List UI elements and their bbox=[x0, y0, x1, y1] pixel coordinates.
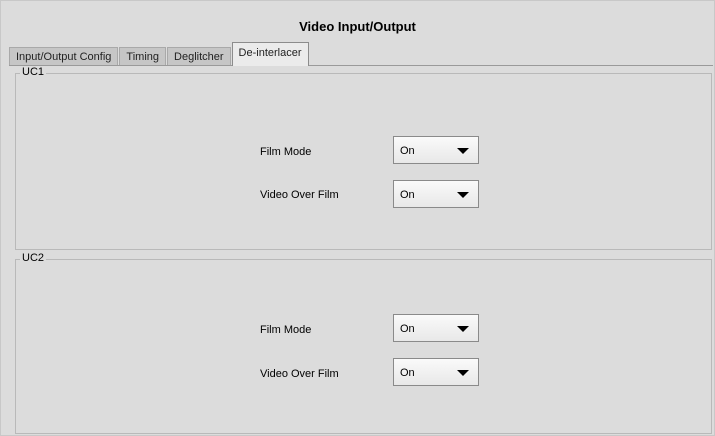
tab-bar: Input/Output Config Timing Deglitcher De… bbox=[9, 42, 310, 66]
tab-content-panel: UC1 Film Mode On Video Over Film On UC2 … bbox=[9, 65, 713, 435]
video-over-film-label: Video Over Film bbox=[260, 189, 339, 201]
film-mode-label: Film Mode bbox=[260, 324, 312, 336]
tab-de-interlacer[interactable]: De-interlacer bbox=[231, 42, 309, 66]
dropdown-value: On bbox=[400, 189, 415, 201]
triangle-down-icon bbox=[457, 326, 469, 332]
video-over-film-dropdown[interactable]: On bbox=[393, 358, 479, 386]
film-mode-dropdown[interactable]: On bbox=[393, 314, 479, 342]
page-title: Video Input/Output bbox=[299, 19, 416, 34]
film-mode-dropdown[interactable]: On bbox=[393, 136, 479, 164]
tab-input-output-config[interactable]: Input/Output Config bbox=[9, 47, 119, 66]
video-over-film-label: Video Over Film bbox=[260, 368, 339, 380]
video-over-film-dropdown[interactable]: On bbox=[393, 180, 479, 208]
dropdown-value: On bbox=[400, 367, 415, 379]
tab-deglitcher[interactable]: Deglitcher bbox=[167, 47, 231, 66]
uc2-group: UC2 Film Mode On Video Over Film On bbox=[15, 252, 712, 434]
group-label: UC2 bbox=[20, 252, 47, 264]
group-label: UC1 bbox=[20, 66, 47, 78]
uc1-group: UC1 Film Mode On Video Over Film On bbox=[15, 66, 712, 250]
tab-timing[interactable]: Timing bbox=[119, 47, 167, 66]
triangle-down-icon bbox=[457, 370, 469, 376]
triangle-down-icon bbox=[457, 192, 469, 198]
dropdown-value: On bbox=[400, 145, 415, 157]
dropdown-value: On bbox=[400, 323, 415, 335]
film-mode-label: Film Mode bbox=[260, 146, 312, 158]
triangle-down-icon bbox=[457, 148, 469, 154]
